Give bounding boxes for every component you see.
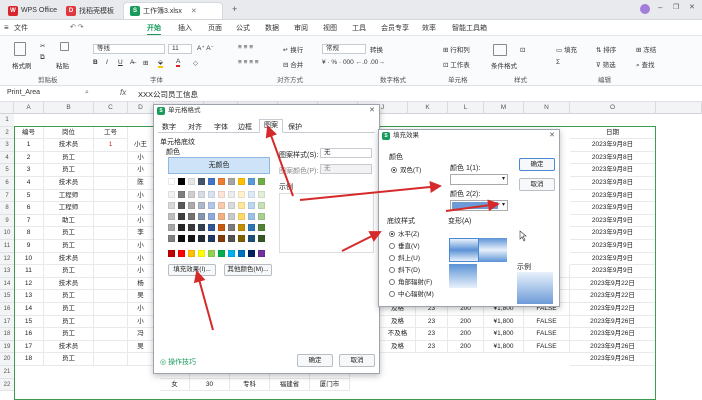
arrow-to-color2 (445, 199, 500, 212)
arrow-to-horizontal (341, 231, 382, 252)
arrow-to-color1 (299, 181, 442, 201)
mouse-cursor-icon (519, 230, 527, 242)
arrow-to-pattern-tab (265, 125, 294, 197)
arrow-to-fill-effect (193, 270, 214, 331)
annotation-arrows (193, 125, 527, 331)
